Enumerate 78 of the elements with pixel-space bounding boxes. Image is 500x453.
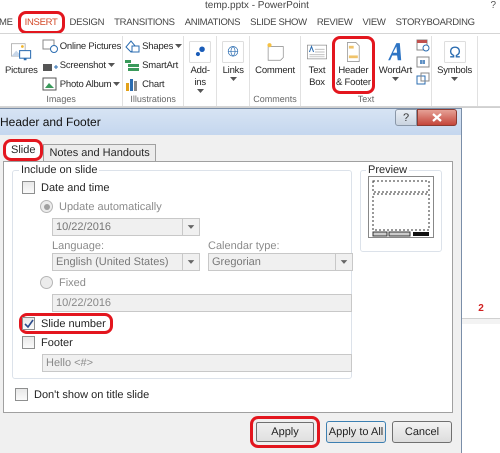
photo-album-icon [42,77,58,91]
ribbon-button[interactable]: Photo Album [42,76,122,92]
help-button[interactable]: ? [395,109,417,126]
ribbon-button[interactable]: Text Box [302,36,332,94]
ribbon-tab[interactable]: SLIDE SHOW [245,13,312,32]
ribbon-tab[interactable]: VIEW [358,13,391,32]
caret-icon [113,82,120,86]
ribbon-tab[interactable]: STORYBOARDING [390,13,480,32]
help-button[interactable]: ? [490,0,496,12]
ribbon-button[interactable]: Symbols [433,36,476,94]
field-label: Language: [52,240,105,252]
object-icon[interactable] [416,72,430,86]
ribbon-button[interactable]: Shapes [124,38,182,54]
ribbon-tab[interactable]: INSERT [18,11,65,34]
group-label: Comments [253,94,297,106]
calendar-dropdown[interactable]: Gregorian [208,253,353,271]
field-label: Calendar type: [208,240,281,252]
ribbon-tab[interactable]: TRANSITIONS [109,13,180,32]
ribbon-button[interactable]: Screenshot [42,57,122,73]
dialog-button[interactable]: Cancel [392,421,452,443]
close-icon [432,113,442,122]
radio-button[interactable] [40,276,53,289]
group-title: Include on slide [19,164,100,176]
dialog-button[interactable]: Apply [250,416,320,448]
ribbon-button[interactable]: Comment [251,36,299,94]
ribbon-button[interactable]: Header & Footer [332,36,375,94]
dialog-button[interactable]: Apply to All [326,421,386,443]
dialog-title: Header and Footer [0,115,101,129]
ribbon-tab[interactable]: REVIEW [312,13,358,32]
ribbon-tab[interactable]: DESIGN [64,13,110,32]
checkbox[interactable] [22,181,35,194]
window-title: temp.pptx - PowerPoint [205,0,309,12]
radio-button[interactable] [40,200,53,213]
date-dropdown[interactable]: 10/22/2016 [52,218,200,236]
shapes-icon [124,39,140,53]
ribbon-tab[interactable]: ANIMATIONS [180,13,246,32]
smartart-icon [124,58,140,72]
checkmark-icon [24,318,34,328]
calendar-icon[interactable] [416,38,430,52]
ribbon-tab[interactable]: ME [0,13,18,32]
checkbox-label: Footer [41,336,73,348]
caret-icon [175,44,182,48]
slide-number: 2 [478,303,484,314]
ribbon-button[interactable]: WordArt [374,36,416,94]
globe-icon [222,39,244,65]
ribbon-button[interactable]: Chart [124,76,182,92]
dialog-tab[interactable]: Slide [3,139,44,161]
close-button[interactable] [417,109,457,126]
caret-icon [108,63,115,67]
radio-label: Update automatically [59,200,162,212]
checkbox-label: Date and time [41,182,110,194]
radio-label: Fixed [59,276,86,288]
checkbox-label: Slide number [41,318,106,330]
slide-number-icon[interactable] [416,55,430,69]
caret-icon [230,77,237,81]
checkbox-label: Don't show on title slide [34,388,150,400]
group-label: Text [358,94,374,106]
caret-icon [392,77,399,81]
dialog-tab[interactable]: Notes and Handouts [43,144,156,161]
slide-preview-drawing [368,176,434,238]
ribbon-button[interactable]: Online Pictures [42,38,122,54]
ribbon-button[interactable]: SmartArt [124,57,182,73]
caret-icon [196,89,204,93]
ribbon-button[interactable]: Add- ins [185,36,216,96]
online-picture-icon [42,39,58,53]
highlighted-checkbox-row[interactable]: Slide number [19,313,113,334]
omega-icon [444,39,466,65]
addins-icon [189,39,212,65]
checkbox[interactable] [15,388,28,401]
preview-title: Preview [366,164,410,176]
group-label: Illustrations [130,94,176,106]
language-dropdown[interactable]: English (United States) [52,253,200,271]
group-label: Images [46,94,76,106]
caret-icon [451,77,458,81]
checkbox[interactable] [22,336,35,349]
ribbon-button[interactable]: Links [218,36,248,94]
ribbon-button[interactable]: Pictures [1,36,42,94]
checkbox[interactable] [22,317,35,330]
